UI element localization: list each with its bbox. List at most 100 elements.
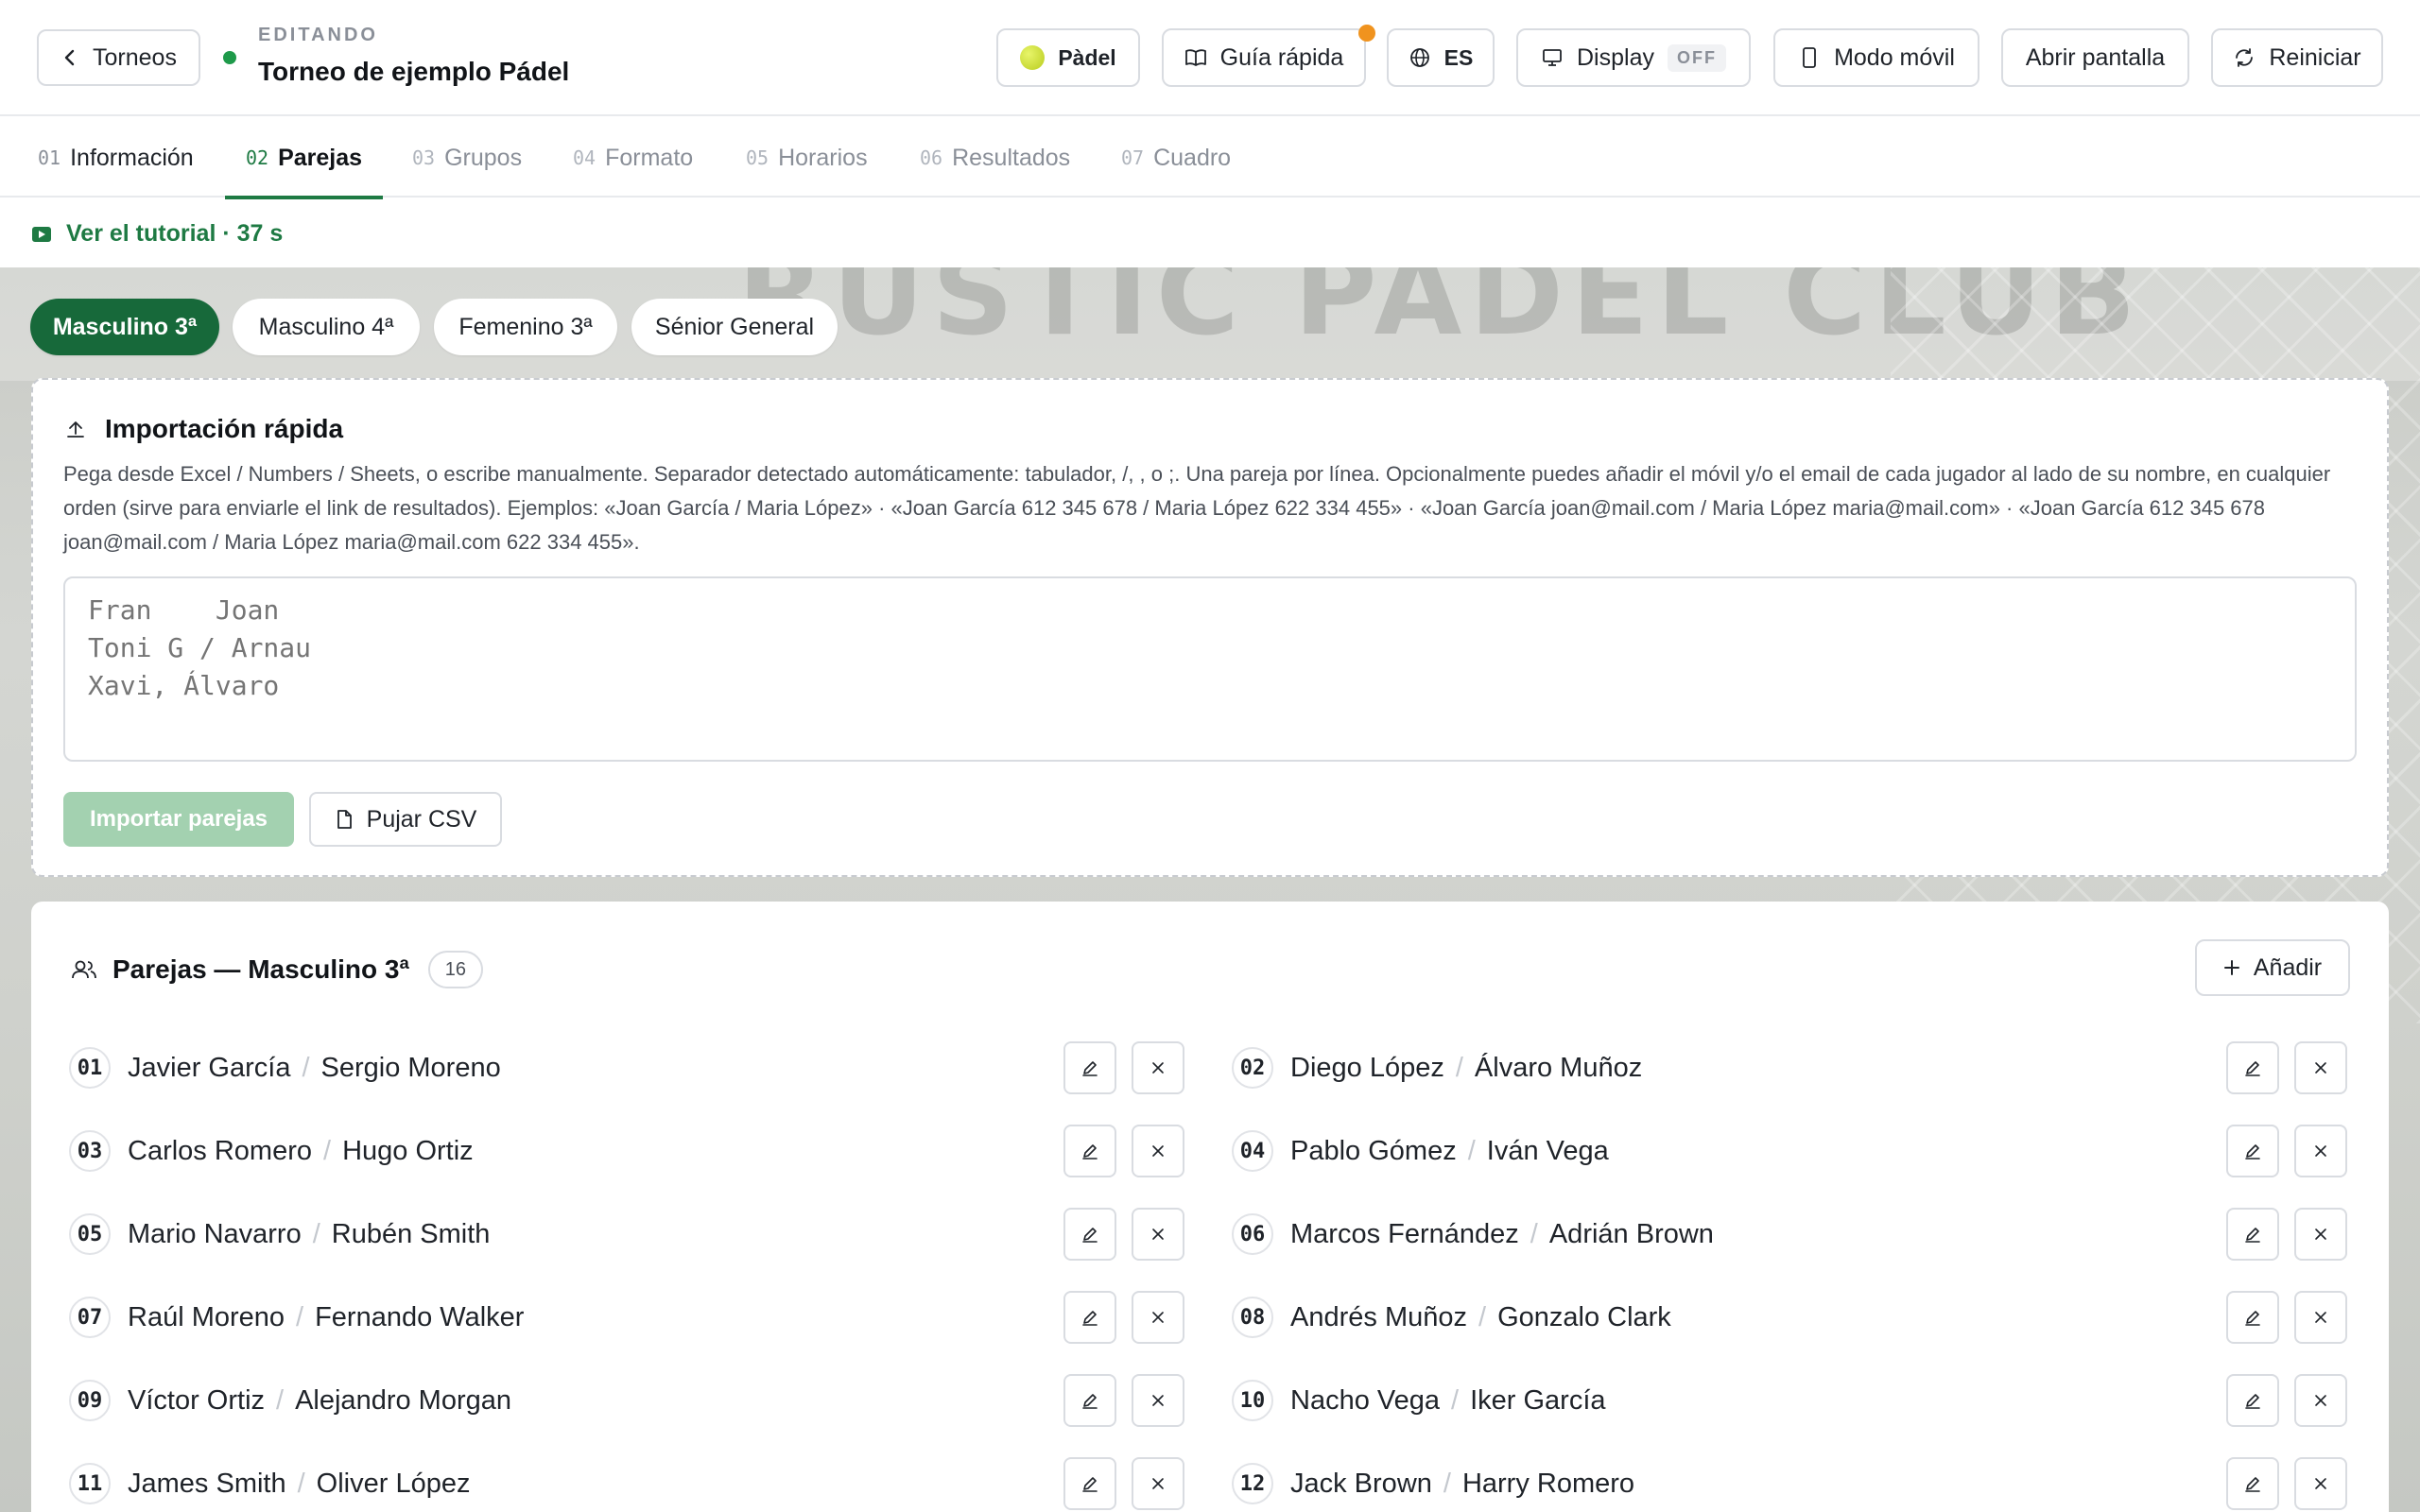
edit-pair-button[interactable] <box>1063 1457 1116 1510</box>
pair-row: 07 Raúl Moreno / Fernando Walker <box>69 1289 1184 1346</box>
edit-pencil-icon <box>2245 1394 2260 1409</box>
remove-pair-button[interactable] <box>2294 1457 2347 1510</box>
step-number: 01 <box>38 146 61 169</box>
edit-pencil-icon <box>2245 1061 2260 1076</box>
pair-actions <box>1063 1291 1184 1344</box>
player-two-name: Hugo Ortiz <box>342 1135 474 1166</box>
tutorial-link[interactable]: Ver el tutorial · 37 s <box>32 220 283 248</box>
edit-pair-button[interactable] <box>1063 1208 1116 1261</box>
edit-pencil-icon <box>2245 1144 2260 1160</box>
remove-pair-button[interactable] <box>2294 1125 2347 1177</box>
remove-pair-button[interactable] <box>2294 1041 2347 1094</box>
pair-number: 01 <box>69 1047 111 1089</box>
remove-pair-button[interactable] <box>2294 1291 2347 1344</box>
step-grupos[interactable]: 03 Grupos <box>412 118 522 198</box>
pair-separator: / <box>323 1135 332 1166</box>
step-label: Información <box>70 144 194 171</box>
open-screen-button[interactable]: Abrir pantalla <box>2001 28 2189 87</box>
player-one-name: Mario Navarro <box>128 1218 302 1249</box>
edit-pair-button[interactable] <box>1063 1125 1116 1177</box>
close-icon <box>1152 1478 1164 1489</box>
player-two-name: Adrián Brown <box>1548 1218 1714 1249</box>
open-screen-label: Abrir pantalla <box>2025 43 2166 71</box>
pairs-import-textarea[interactable] <box>63 576 2357 762</box>
display-toggle-button[interactable]: Display OFF <box>1516 28 1751 87</box>
add-pair-button[interactable]: Añadir <box>2195 939 2350 996</box>
pair-number: 03 <box>69 1130 111 1172</box>
edit-pair-button[interactable] <box>2226 1125 2279 1177</box>
edit-pencil-icon <box>1082 1311 1098 1326</box>
upload-csv-label: Pujar CSV <box>366 805 477 833</box>
edit-pair-button[interactable] <box>1063 1041 1116 1094</box>
player-one-name: Javier García <box>128 1052 291 1083</box>
step-label: Formato <box>605 144 694 171</box>
edit-pair-button[interactable] <box>2226 1291 2279 1344</box>
monitor-icon <box>1543 49 1562 66</box>
pairs-heading: Parejas — Masculino 3ª 16 <box>71 951 483 988</box>
edit-pair-button[interactable] <box>2226 1208 2279 1261</box>
import-pairs-button[interactable]: Importar parejas <box>63 792 294 847</box>
back-to-tournaments-button[interactable]: Torneos <box>37 29 200 86</box>
top-bar: Torneos EDITANDO Torneo de ejemplo Pádel… <box>0 0 2420 116</box>
step-cuadro[interactable]: 07 Cuadro <box>1121 118 1231 198</box>
category-chip-senior-general[interactable]: Sénior General <box>631 299 838 355</box>
pair-number: 09 <box>69 1380 111 1421</box>
pair-row: 06 Marcos Fernández / Adrián Brown <box>1232 1206 2347 1263</box>
player-one-name: Nacho Vega <box>1290 1384 1441 1416</box>
edit-pair-button[interactable] <box>2226 1457 2279 1510</box>
remove-pair-button[interactable] <box>1132 1374 1184 1427</box>
player-two-name: Gonzalo Clark <box>1497 1301 1671 1332</box>
tutorial-bar: Ver el tutorial · 37 s <box>0 199 2420 267</box>
pair-actions <box>1063 1374 1184 1427</box>
sport-selector-button[interactable]: Pàdel <box>996 28 1140 87</box>
back-button-label: Torneos <box>93 43 177 71</box>
close-icon <box>2315 1062 2326 1074</box>
remove-pair-button[interactable] <box>1132 1125 1184 1177</box>
category-chip-masculino-3[interactable]: Masculino 3ª <box>30 299 219 355</box>
pair-actions <box>1063 1208 1184 1261</box>
pair-separator: / <box>276 1384 285 1416</box>
player-two-name: Sergio Moreno <box>320 1052 501 1083</box>
quick-import-title: Importación rápida <box>105 414 344 443</box>
remove-pair-button[interactable] <box>2294 1374 2347 1427</box>
mobile-mode-button[interactable]: Modo móvil <box>1773 28 1979 87</box>
restart-button[interactable]: Reiniciar <box>2211 28 2383 87</box>
step-number: 07 <box>1121 146 1145 169</box>
category-chip-masculino-4[interactable]: Masculino 4ª <box>233 299 420 355</box>
upload-csv-button[interactable]: Pujar CSV <box>309 792 502 847</box>
edit-pair-button[interactable] <box>2226 1374 2279 1427</box>
category-chip-femenino-3[interactable]: Femenino 3ª <box>434 299 617 355</box>
language-button[interactable]: ES <box>1387 28 1495 87</box>
step-parejas[interactable]: 02 Parejas <box>224 118 384 199</box>
edit-pencil-icon <box>2245 1228 2260 1243</box>
pair-names: Andrés Muñoz / Gonzalo Clark <box>1290 1302 1671 1333</box>
pair-row: 12 Jack Brown / Harry Romero <box>1232 1455 2347 1512</box>
pair-separator: / <box>1530 1218 1538 1249</box>
pair-actions <box>2226 1374 2347 1427</box>
step-horarios[interactable]: 05 Horarios <box>746 118 868 198</box>
edit-pair-button[interactable] <box>1063 1291 1116 1344</box>
step-informacion[interactable]: 01 Información <box>38 118 194 198</box>
pair-actions <box>2226 1208 2347 1261</box>
globe-icon <box>1409 48 1429 67</box>
remove-pair-button[interactable] <box>2294 1208 2347 1261</box>
quick-guide-button[interactable]: Guía rápida <box>1162 25 1375 87</box>
users-icon <box>72 960 96 979</box>
tournament-title: Torneo de ejemplo Pádel <box>258 57 570 86</box>
step-formato[interactable]: 04 Formato <box>573 118 693 198</box>
player-one-name: Jack Brown <box>1290 1468 1432 1499</box>
edit-pencil-icon <box>1082 1061 1098 1076</box>
close-icon <box>1152 1395 1164 1406</box>
remove-pair-button[interactable] <box>1132 1208 1184 1261</box>
remove-pair-button[interactable] <box>1132 1041 1184 1094</box>
step-resultados[interactable]: 06 Resultados <box>920 118 1070 198</box>
edit-pair-button[interactable] <box>1063 1374 1116 1427</box>
player-two-name: Iker García <box>1470 1384 1606 1416</box>
remove-pair-button[interactable] <box>1132 1291 1184 1344</box>
edit-pair-button[interactable] <box>2226 1041 2279 1094</box>
edit-pencil-icon <box>2245 1311 2260 1326</box>
pair-number: 02 <box>1232 1047 1273 1089</box>
close-icon <box>2315 1145 2326 1157</box>
remove-pair-button[interactable] <box>1132 1457 1184 1510</box>
pair-separator: / <box>296 1301 304 1332</box>
